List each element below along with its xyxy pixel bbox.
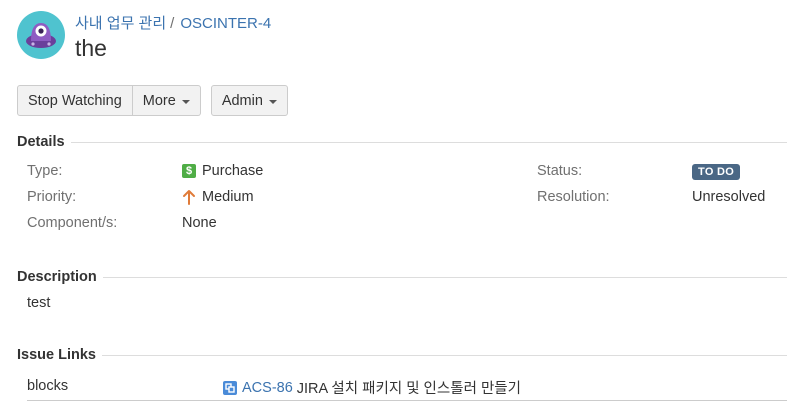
linked-issue-key-link[interactable]: ACS-86 [242,380,293,396]
status-value[interactable]: TO DO [692,164,741,180]
linked-issue: ACS-86 JIRA 설치 패키지 및 인스톨러 만들기 [223,377,521,398]
subtask-issue-type-icon [223,380,237,395]
link-row-divider [27,400,787,401]
breadcrumb: 사내 업무 관리 / OSCINTER-4 [75,12,271,33]
chevron-down-icon [181,99,190,104]
link-relation: blocks [27,378,69,394]
type-label: Type: [27,163,63,179]
status-label: Status: [537,163,583,179]
components-value: None [182,215,217,231]
components-label: Component/s: [27,215,118,231]
resolution-value: Unresolved [692,189,766,205]
purchase-dollar-icon: $ [182,164,196,178]
issue-title[interactable]: the [75,35,107,62]
issue-header: 사내 업무 관리 / OSCINTER-4 the [17,11,777,63]
section-divider [70,141,787,143]
type-value-text: Purchase [202,163,264,179]
more-dropdown-button[interactable]: More [132,85,201,116]
details-heading[interactable]: Details [17,134,71,150]
priority-label: Priority: [27,189,77,205]
details-section-header: Details [17,132,787,152]
more-label: More [142,92,176,109]
admin-dropdown-button[interactable]: Admin [210,85,288,116]
stop-watching-button[interactable]: Stop Watching [17,85,133,116]
status-lozenge: TO DO [692,164,741,180]
chevron-down-icon [268,99,277,104]
priority-value-text: Medium [202,189,254,205]
breadcrumb-separator: / [170,15,175,32]
issue-toolbar: Stop Watching More Admin [17,85,288,116]
section-divider [102,276,787,278]
admin-label: Admin [221,92,263,109]
description-section-header: Description [17,267,787,287]
resolution-label: Resolution: [537,189,610,205]
linked-issue-summary: JIRA 설치 패키지 및 인스톨러 만들기 [296,381,521,397]
priority-arrow-up-icon [183,190,195,205]
project-avatar-icon[interactable] [17,11,65,59]
description-text[interactable]: test [27,295,50,311]
issue-links-heading[interactable]: Issue Links [17,347,102,363]
breadcrumb-issue-key-link[interactable]: OSCINTER-4 [180,15,271,32]
issue-links-section-header: Issue Links [17,345,787,365]
watch-more-group: Stop Watching More [17,85,201,116]
type-value[interactable]: $ Purchase [182,163,263,179]
section-divider [101,354,787,356]
stop-watching-label: Stop Watching [28,92,122,109]
breadcrumb-project-link[interactable]: 사내 업무 관리 [75,15,166,32]
description-heading[interactable]: Description [17,269,103,285]
priority-value[interactable]: Medium [182,189,254,205]
